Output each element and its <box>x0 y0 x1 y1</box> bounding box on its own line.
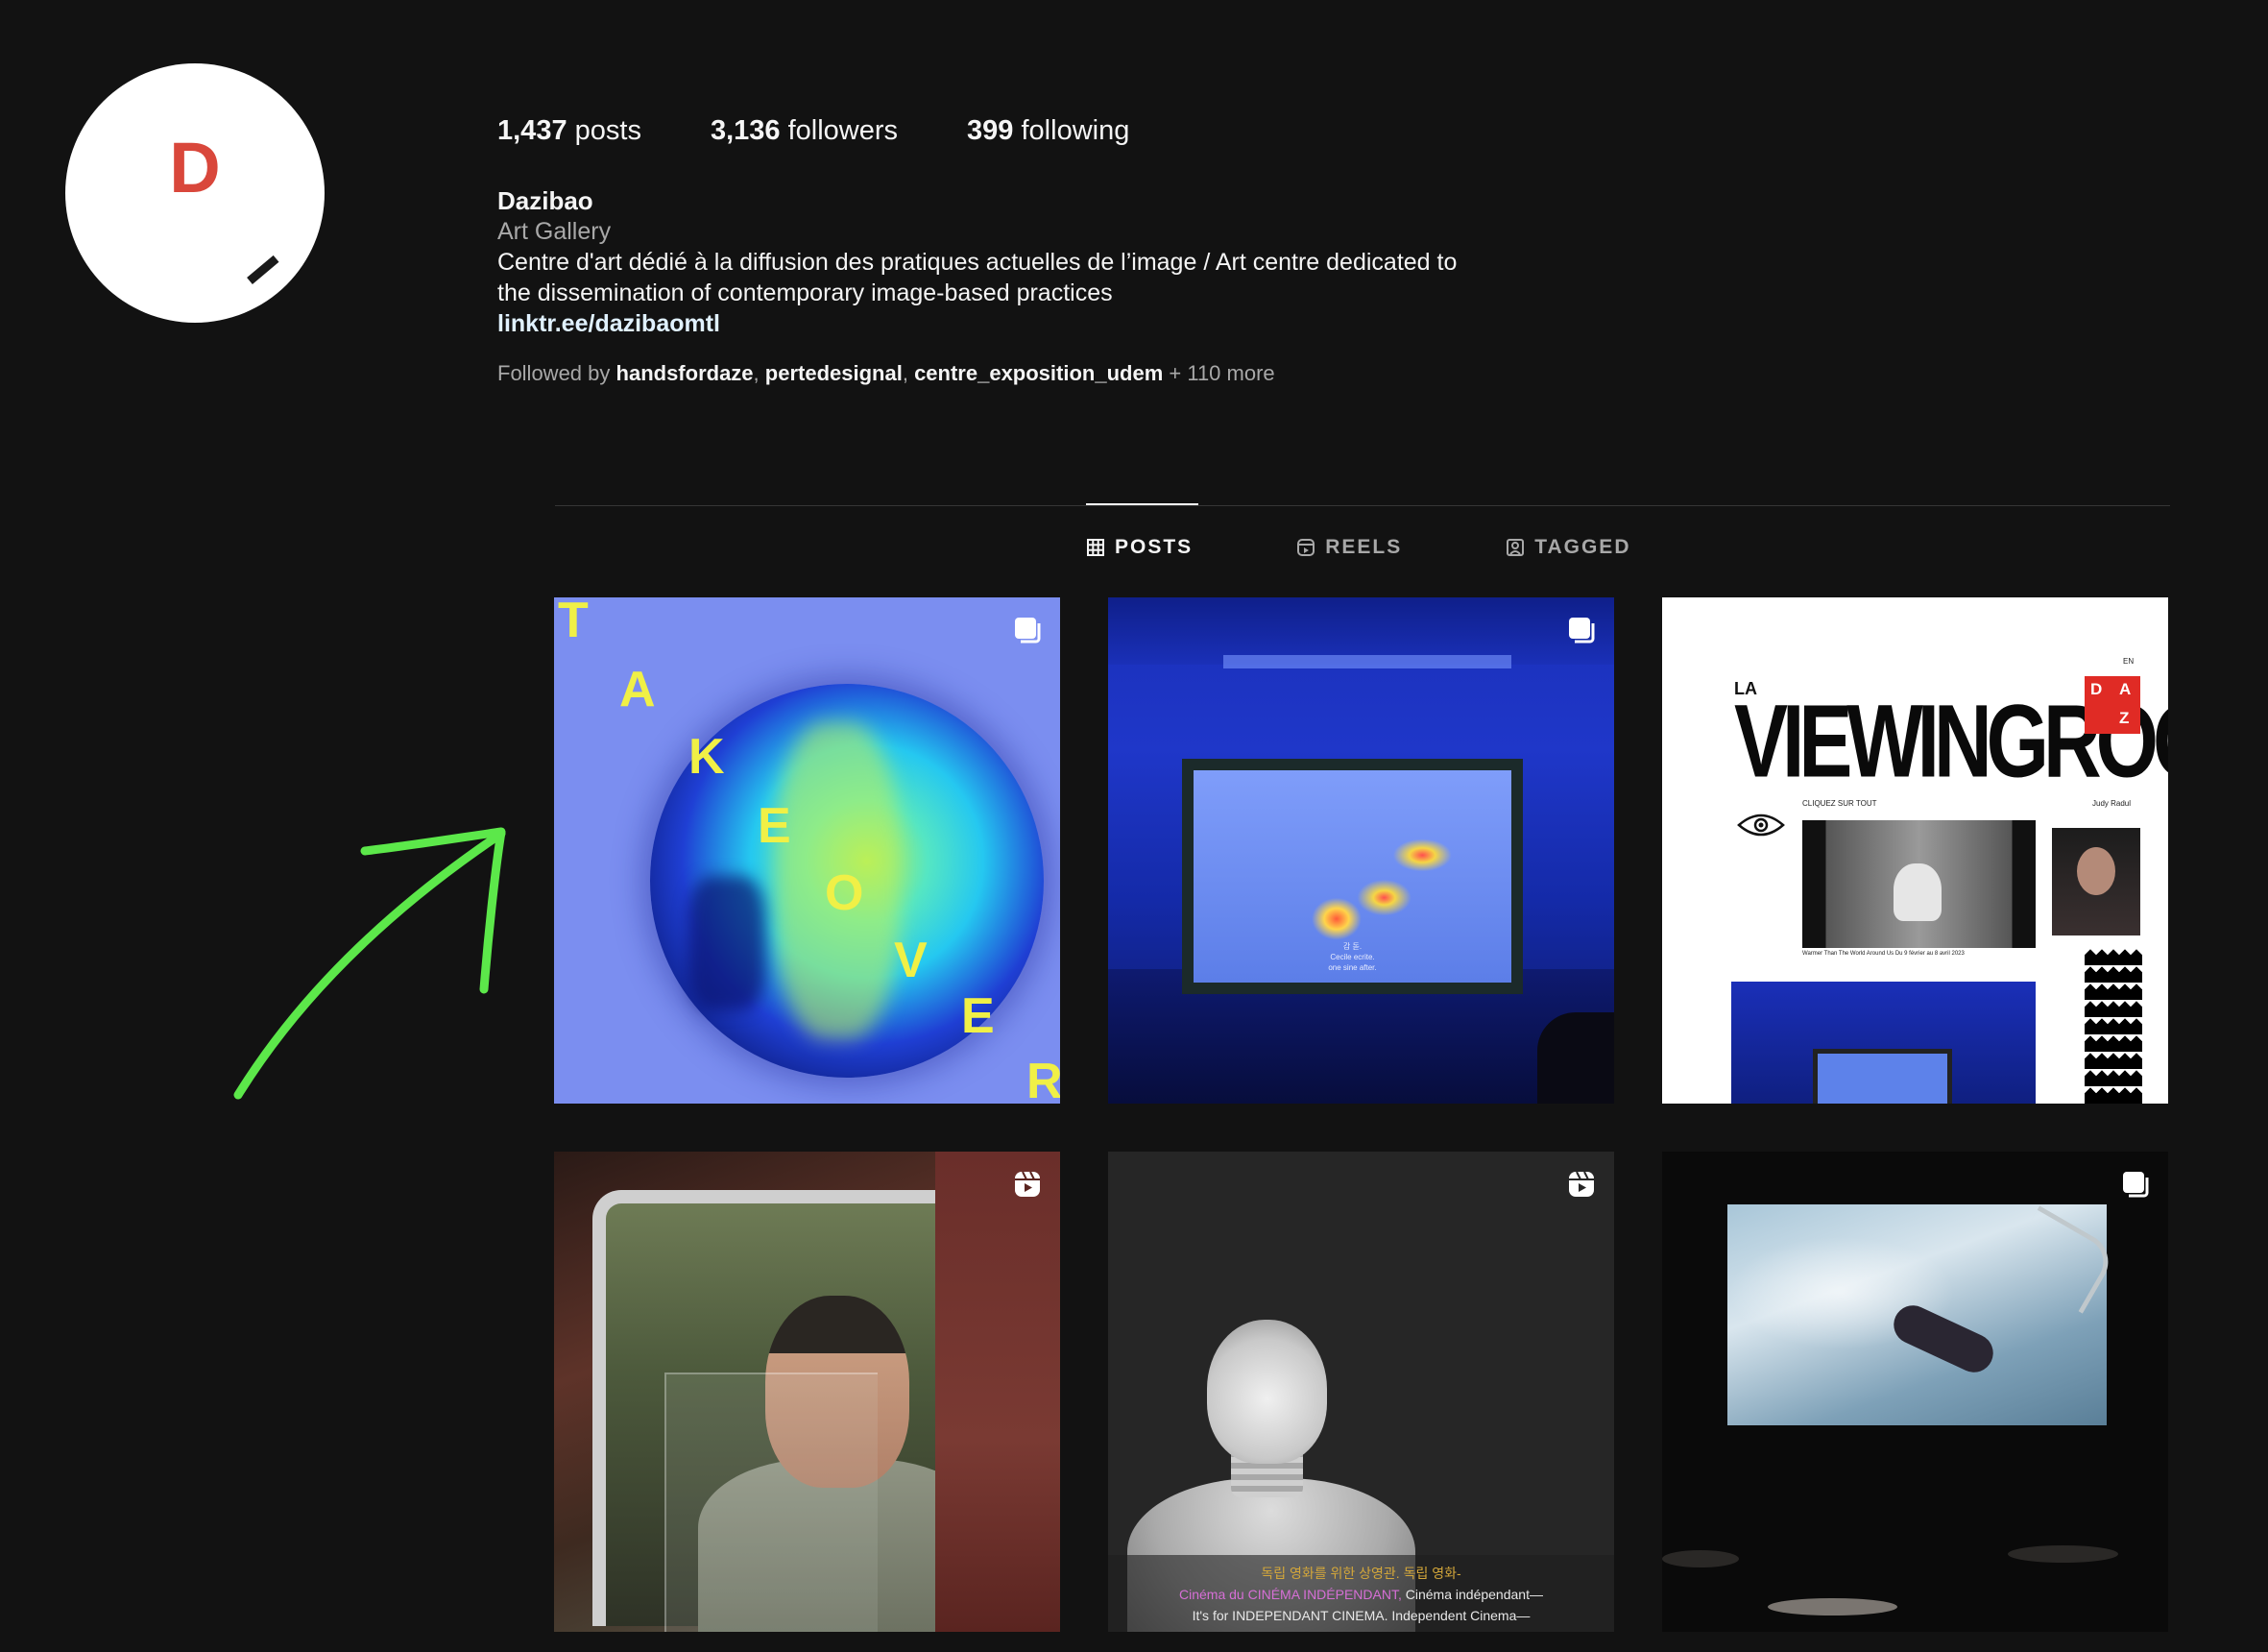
click-label: CLIQUEZ SUR TOUT <box>1802 799 1877 808</box>
logo-stroke <box>247 255 279 284</box>
tab-tagged-label: TAGGED <box>1534 536 1631 558</box>
tab-posts-label: POSTS <box>1115 536 1194 558</box>
post-thumbnail-thermal-portrait[interactable]: 독립 영화를 위한 상영관. 독립 영화- Cinéma du CINÉMA I… <box>1108 1152 1614 1632</box>
followed-by-prefix: Followed by <box>497 361 611 385</box>
subtitle-french: Cinéma du CINÉMA INDÉPENDANT, Cinéma ind… <box>1108 1584 1614 1605</box>
tab-tagged[interactable]: TAGGED <box>1506 536 1630 559</box>
stool <box>1662 1550 1739 1567</box>
pool-projection <box>1727 1204 2119 1425</box>
tab-posts[interactable]: POSTS <box>1086 536 1193 559</box>
tab-reels-label: REELS <box>1325 536 1403 558</box>
projection-subtitle: Cecile ecrite. <box>1330 953 1375 961</box>
profile-stats: 1,437 posts 3,136 followers 399 followin… <box>497 115 1129 147</box>
post-thumbnail-takeover[interactable]: T A K E O V E R <box>554 597 1060 1104</box>
profile-tabs: POSTS REELS TAGGED <box>1086 536 1630 559</box>
posts-count-value: 1,437 <box>497 115 567 146</box>
video-preview <box>1802 820 2036 948</box>
thermal-projection: 감 돋. Cecile ecrite. one sine after. <box>1194 770 1511 983</box>
projection-subtitle: 감 돋. <box>1342 942 1363 951</box>
logo-letter: D <box>2090 680 2103 698</box>
reels-icon <box>1569 1171 1594 1197</box>
followed-user[interactable]: handsfordaze <box>616 361 754 385</box>
video-subtitles: 독립 영화를 위한 상영관. 독립 영화- Cinéma du CINÉMA I… <box>1108 1555 1614 1632</box>
post-thumbnail-viewing-room[interactable]: EN LA VIEWINGROOM D A Z CLIQUEZ SUR TOUT… <box>1662 597 2168 1104</box>
subtitle-english: It's for INDEPENDANT CINEMA. Independent… <box>1192 1608 1531 1623</box>
takeover-letter: R <box>1026 1054 1060 1104</box>
logo-letter: D <box>169 128 221 207</box>
projection-screen: 감 돋. Cecile ecrite. one sine after. <box>1182 759 1523 994</box>
stool <box>1768 1598 1897 1616</box>
followed-user[interactable]: pertedesignal <box>765 361 903 385</box>
stool <box>2008 1545 2118 1563</box>
takeover-letter: O <box>825 865 864 921</box>
bio-line-1: Centre d'art dédié à la diffusion des pr… <box>497 249 1458 276</box>
active-tab-indicator <box>1086 503 1198 505</box>
annotation-arrow-icon <box>233 827 506 1100</box>
takeover-letter: E <box>961 988 995 1044</box>
tabs-divider <box>555 505 2170 506</box>
dazibao-logo: D A Z <box>2085 676 2140 734</box>
following-count-value: 399 <box>967 115 1014 146</box>
video-caption: Warmer Than The World Around Us Du 9 fév… <box>1802 951 1965 957</box>
projection-subtitles: 감 돋. Cecile ecrite. one sine after. <box>1194 941 1511 973</box>
bio-line-2: the dissemination of contemporary image-… <box>497 279 1113 306</box>
bio-link[interactable]: linktr.ee/dazibaomtl <box>497 308 1554 339</box>
window-glass <box>664 1373 878 1632</box>
reels-icon <box>1015 1171 1040 1197</box>
followers-count-label: followers <box>787 115 899 146</box>
artist-portrait <box>2052 828 2140 935</box>
followed-more: + 110 more <box>1169 361 1275 385</box>
takeover-letter: V <box>894 933 928 988</box>
profile-page: D 1,437 posts 3,136 followers 399 follow… <box>0 0 2268 1652</box>
takeover-letter: A <box>619 662 656 717</box>
projection-subtitle: one sine after. <box>1328 963 1377 972</box>
tagged-icon <box>1507 539 1525 556</box>
followers-link[interactable]: 3,136 followers <box>711 115 898 147</box>
takeover-letter: K <box>688 729 725 785</box>
car-body <box>935 1152 1060 1632</box>
swimmer <box>1887 1299 2000 1379</box>
logo-letter: A <box>2119 680 2132 698</box>
grid-icon <box>1087 539 1104 556</box>
following-count-label: following <box>1021 115 1130 146</box>
profile-category: Art Gallery <box>497 218 612 245</box>
subtitle-french-rest: Cinéma indépendant— <box>1401 1587 1543 1602</box>
subtitle-french-highlight: Cinéma du CINÉMA INDÉPENDANT, <box>1179 1587 1402 1602</box>
logo-letter: Z <box>2119 709 2130 727</box>
gallery-light <box>1223 655 1511 668</box>
tab-reels[interactable]: REELS <box>1296 536 1402 559</box>
carousel-icon <box>2123 1172 2149 1198</box>
followers-count-value: 3,136 <box>710 115 781 146</box>
profile-bio: Dazibao Art Gallery Centre d'art dédié à… <box>497 185 1554 339</box>
post-thumbnail-gallery-room[interactable]: 감 돋. Cecile ecrite. one sine after. <box>1108 597 1614 1104</box>
person-head <box>1207 1320 1327 1464</box>
followed-by[interactable]: Followed by handsfordaze, pertedesignal,… <box>497 361 1275 386</box>
triangle-pattern <box>2085 948 2142 1104</box>
profile-name: Dazibao <box>497 186 593 215</box>
chair-silhouette <box>1537 1012 1614 1104</box>
reels-icon <box>1297 539 1315 556</box>
profile-avatar[interactable]: D <box>65 63 325 323</box>
carousel-icon <box>1015 618 1041 644</box>
pool-ladder <box>2003 1205 2119 1314</box>
artist-name: Judy Radul <box>2092 799 2132 808</box>
takeover-letter: E <box>758 798 791 854</box>
followed-user[interactable]: centre_exposition_udem <box>914 361 1163 385</box>
post-thumbnail-pool-projection[interactable] <box>1662 1152 2168 1632</box>
takeover-letter: T <box>558 597 589 648</box>
following-link[interactable]: 399 following <box>967 115 1129 147</box>
carousel-icon <box>1569 618 1595 644</box>
eye-icon <box>1737 814 1785 837</box>
posts-count: 1,437 posts <box>497 115 641 147</box>
posts-count-label: posts <box>574 115 641 146</box>
language-label: EN <box>2123 657 2135 666</box>
subtitle-korean: 독립 영화를 위한 상영관. 독립 영화- <box>1261 1566 1461 1581</box>
post-thumbnail-car-window[interactable] <box>554 1152 1060 1632</box>
gallery-thumbnail <box>1731 982 2036 1104</box>
